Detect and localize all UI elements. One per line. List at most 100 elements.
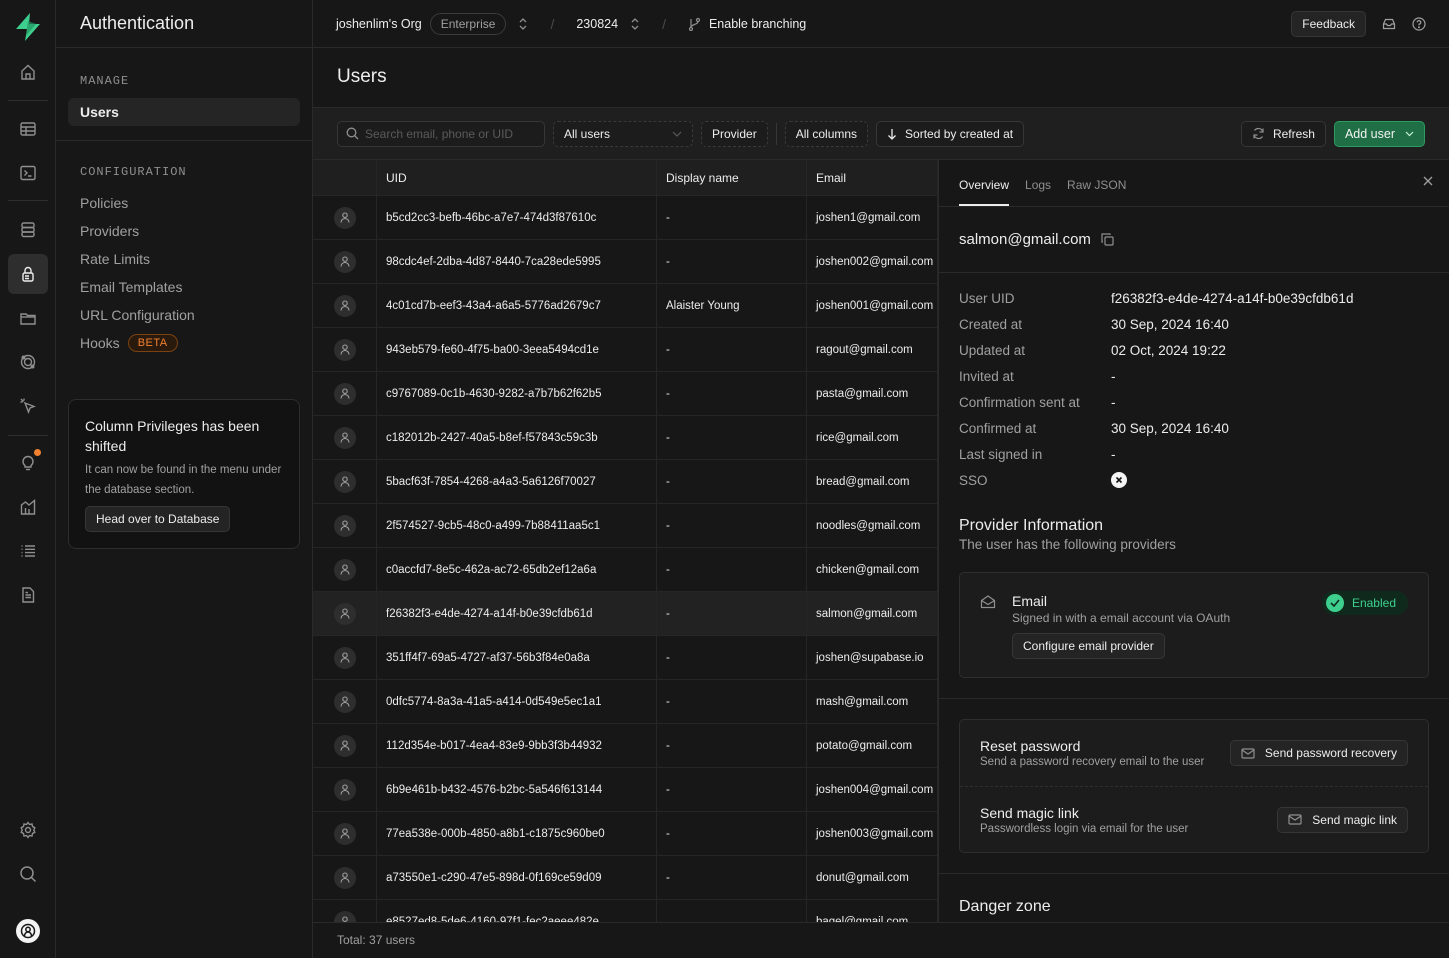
display-name-cell: Alaister Young [657,284,807,327]
app: Authentication MANAGE Users CONFIGURATIO… [0,0,1449,958]
enable-branching-button[interactable]: Enable branching [688,17,806,31]
sidebar-divider [56,140,312,141]
field-confirmed-at: Confirmed at 30 Sep, 2024 16:40 [959,415,1429,441]
copy-icon[interactable] [1101,233,1114,246]
uid-cell: 943eb579-fe60-4f75-ba00-3eea5494cd1e [377,328,657,371]
table-row[interactable]: 5bacf63f-7854-4268-a4a3-5a6126f70027- bre… [313,460,938,504]
table-editor-icon[interactable] [8,109,48,149]
sidebar-item-hooks[interactable]: Hooks BETA [68,329,300,357]
table-row[interactable]: c9767089-0c1b-4630-9282-a7b7b62f62b5- pas… [313,372,938,416]
sso-disabled-x-icon [1111,472,1127,488]
configure-email-provider-button[interactable]: Configure email provider [1012,633,1165,659]
table-row[interactable]: f26382f3-e4de-4274-a14f-b0e39cfdb61d - sal… [313,592,938,636]
mail-icon [1241,747,1255,759]
realtime-icon[interactable] [8,342,48,382]
sort-button[interactable]: Sorted by created at [876,120,1025,147]
provider-filter-button[interactable]: Provider [701,120,768,147]
avatar-cell [313,680,377,723]
send-password-recovery-button[interactable]: Send password recovery [1229,740,1408,766]
notification-dot [34,449,41,456]
sidebar-item-policies[interactable]: Policies [68,189,300,217]
authentication-icon[interactable] [8,254,48,294]
user-filter-select[interactable]: All users [553,120,693,147]
table-row[interactable]: 4c01cd7b-eef3-43a4-a6a5-5776ad2679c7 Alai… [313,284,938,328]
email-cell: rice@gmail.com [807,416,938,459]
tab-logs[interactable]: Logs [1025,178,1051,206]
logs-icon[interactable] [8,531,48,571]
project-switcher-chevron-icon[interactable] [630,17,640,31]
table-row[interactable]: 98cdc4ef-2dba-4d87-8440-7ca28ede5995- jos… [313,240,938,284]
help-icon[interactable] [1412,16,1426,31]
head-over-to-database-button[interactable]: Head over to Database [85,506,231,532]
send-magic-link-row: Send magic link Passwordless login via e… [960,786,1428,852]
project-breadcrumb[interactable]: 230824 [576,17,618,31]
sql-editor-icon[interactable] [8,153,48,193]
org-switcher-chevron-icon[interactable] [518,17,528,31]
edge-functions-icon[interactable] [8,386,48,426]
table-row[interactable]: 351ff4f7-69a5-4727-af37-56b3f84e0a8a - jos… [313,636,938,680]
sidebar-item-providers[interactable]: Providers [68,217,300,245]
table-row[interactable]: 0dfc5774-8a3a-41a5-a414-0d549e5ec1a1- mas… [313,680,938,724]
database-icon[interactable] [8,210,48,250]
table-row[interactable]: 77ea538e-000b-4850-a8b1-c1875c960be0- jos… [313,812,938,856]
display-name-cell: - [657,812,807,855]
sidebar-item-rate-limits[interactable]: Rate Limits [68,245,300,273]
icon-rail [0,0,56,958]
avatar-cell [313,724,377,767]
column-header-display-name[interactable]: Display name [657,160,807,195]
column-header-email[interactable]: Email [807,160,938,195]
tab-overview[interactable]: Overview [959,178,1010,206]
storage-icon[interactable] [8,298,48,338]
display-name-cell: - [657,856,807,899]
column-header-uid[interactable]: UID [377,160,657,195]
table-row[interactable]: b5cd2cc3-befb-46bc-a7e7-474d3f87610c - jos… [313,196,938,240]
supabase-logo[interactable] [14,12,42,42]
sort-label: Sorted by created at [905,126,1014,141]
table-row[interactable]: 6b9e461b-b432-4576-b2bc-5a546f613144- jos… [313,768,938,812]
sidebar-item-users[interactable]: Users [68,98,300,126]
user-avatar-icon [333,866,356,889]
search-box[interactable] [337,120,545,147]
reset-password-title: Reset password [980,738,1081,754]
sidebar-item-email-templates[interactable]: Email Templates [68,273,300,301]
add-user-button[interactable]: Add user [1333,120,1425,147]
feedback-button[interactable]: Feedback [1291,10,1366,37]
email-cell: bagel@gmail.com [807,900,938,922]
email-cell: joshen003@gmail.com [807,812,938,855]
arrow-down-icon [887,128,897,140]
user-avatar-icon [333,910,356,922]
tab-raw-json[interactable]: Raw JSON [1067,178,1126,206]
refresh-button[interactable]: Refresh [1240,120,1326,147]
sidebar-item-url-configuration[interactable]: URL Configuration [68,301,300,329]
reports-icon[interactable] [8,487,48,527]
advisors-icon[interactable] [8,443,48,483]
account-avatar[interactable] [16,919,40,943]
field-value: - [1111,368,1116,384]
table-row[interactable]: a73550e1-c290-47e5-898d-0f169ce59d09- don… [313,856,938,900]
table-row[interactable]: 943eb579-fe60-4f75-ba00-3eea5494cd1e - rag… [313,328,938,372]
table-row[interactable]: c0accfd7-8e5c-462a-ac72-65db2ef12a6a - chi… [313,548,938,592]
table-row[interactable]: 2f574527-9cb5-48c0-a499-7b88411aa5c1- noo… [313,504,938,548]
org-breadcrumb[interactable]: joshenlim's Org [336,17,422,31]
avatar-cell [313,636,377,679]
table-row[interactable]: e8527ed8-5de6-4160-97f1-fec2aeee482e bage… [313,900,938,922]
inbox-icon[interactable] [1382,17,1396,31]
columns-button[interactable]: All columns [784,120,869,147]
settings-icon[interactable] [8,810,48,850]
table-row[interactable]: c182012b-2427-40a5-b8ef-f57843c59c3b - ric… [313,416,938,460]
home-icon[interactable] [8,52,48,92]
field-label: Confirmed at [959,420,1037,436]
table-row[interactable]: 112d354e-b017-4ea4-83e9-9bb3f3b44932- pot… [313,724,938,768]
search-input[interactable] [365,126,535,141]
uid-cell: 351ff4f7-69a5-4727-af37-56b3f84e0a8a [377,636,657,679]
search-icon[interactable] [8,854,48,894]
uid-cell: 112d354e-b017-4ea4-83e9-9bb3f3b44932 [377,724,657,767]
send-magic-link-title: Send magic link [980,804,1079,821]
close-icon[interactable] [1423,176,1433,186]
table-footer-total: Total: 37 users [313,922,1449,958]
display-name-cell: - [657,504,807,547]
email-cell: pasta@gmail.com [807,372,938,415]
send-magic-link-button[interactable]: Send magic link [1277,806,1408,833]
api-docs-icon[interactable] [8,575,48,615]
uid-cell: e8527ed8-5de6-4160-97f1-fec2aeee482e [377,900,657,922]
